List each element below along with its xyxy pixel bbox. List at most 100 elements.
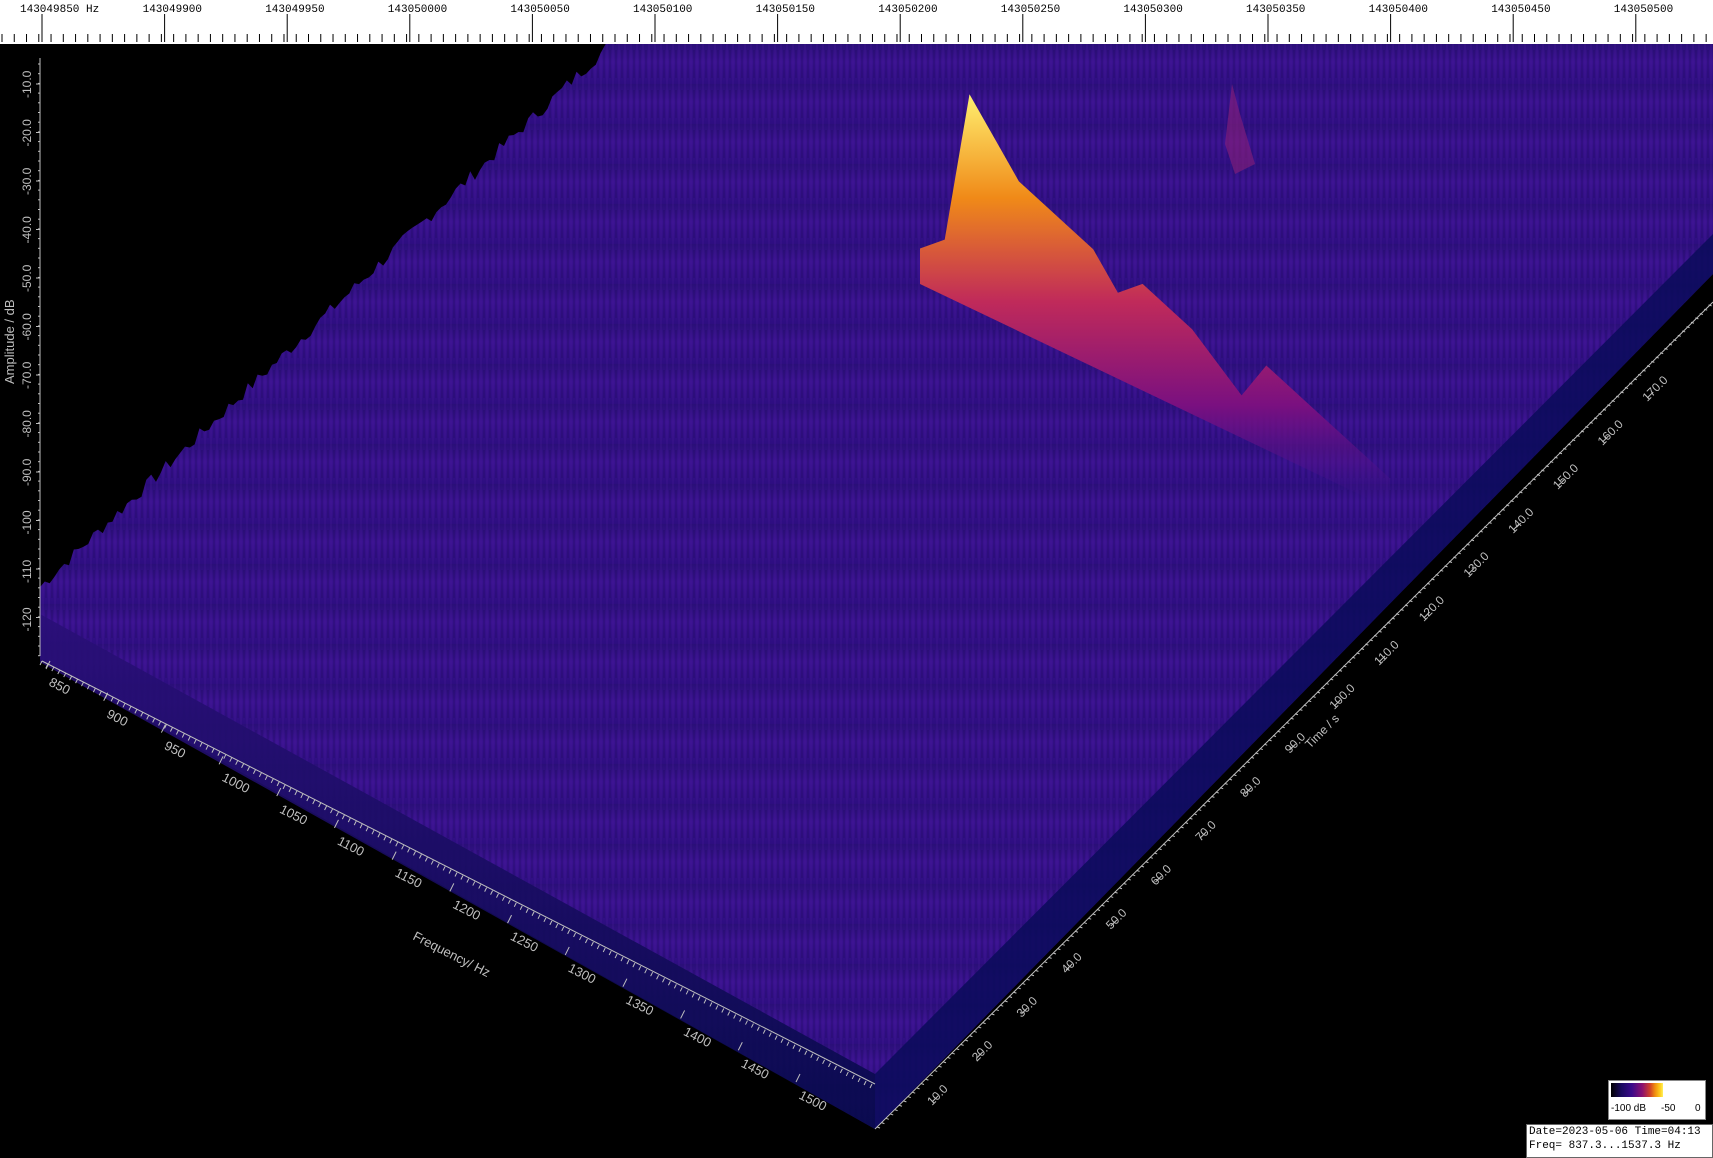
time-minor-tick: [991, 1013, 995, 1016]
time-minor-tick: [978, 1026, 982, 1029]
time-minor-tick: [1013, 991, 1017, 994]
amplitude-tick-label: -60.0: [20, 313, 34, 341]
time-minor-tick: [1008, 996, 1013, 998]
ruler-label: 143050150: [756, 4, 815, 16]
amplitude-tick-label: -80.0: [20, 410, 34, 438]
time-tick-label: 30.0: [1014, 993, 1041, 1020]
time-minor-tick: [1101, 904, 1105, 907]
time-minor-tick: [1145, 861, 1149, 864]
color-gradient: [1611, 1083, 1663, 1097]
time-minor-tick: [1035, 969, 1039, 972]
info-box: Date=2023-05-06 Time=04:13 Freq= 837.3..…: [1526, 1124, 1713, 1158]
frequency-ruler: 143049850 Hz 143049900 143049950 143050000 1…: [0, 0, 1713, 45]
time-minor-tick: [1004, 1000, 1008, 1003]
amplitude-tick-label: -40.0: [20, 216, 34, 244]
amplitude-tick-label: -10.0: [20, 70, 34, 98]
amplitude-tick-label: -50.0: [20, 264, 34, 292]
time-minor-tick: [964, 1039, 969, 1042]
time-minor-tick: [1000, 1004, 1004, 1007]
time-minor-tick: [1088, 917, 1092, 920]
time-minor-tick: [1140, 865, 1145, 868]
time-minor-tick: [1048, 956, 1052, 959]
time-minor-tick: [881, 1122, 885, 1125]
ruler-label: 143050350: [1246, 4, 1305, 16]
time-minor-tick: [1154, 852, 1158, 855]
ruler-label: 143049850 Hz: [20, 4, 99, 16]
time-minor-tick: [876, 1126, 881, 1129]
ruler-label: 143050250: [1001, 4, 1060, 16]
ruler-label: 143050200: [878, 4, 937, 16]
time-minor-tick: [934, 1069, 938, 1072]
time-tick-label: 110.0: [1371, 637, 1402, 668]
time-tick-label: 100.0: [1327, 681, 1358, 712]
time-minor-tick: [916, 1087, 920, 1090]
time-minor-tick: [1044, 961, 1048, 964]
ruler-label: 143050300: [1123, 4, 1182, 16]
amplitude-tick-label: -110: [20, 560, 34, 583]
time-minor-tick: [1026, 978, 1030, 981]
time-minor-tick: [898, 1104, 903, 1107]
time-minor-tick: [1057, 948, 1061, 951]
time-axis-title: Time / s: [1302, 711, 1342, 751]
ruler-label: 143049900: [143, 4, 202, 16]
color-gradient-saturated: [1663, 1083, 1703, 1097]
time-minor-tick: [903, 1100, 907, 1103]
time-minor-tick: [938, 1065, 942, 1068]
time-minor-tick: [1030, 974, 1035, 977]
amplitude-axis-title: Amplitude / dB: [2, 299, 17, 384]
time-minor-tick: [1167, 839, 1171, 842]
time-minor-tick: [1171, 835, 1175, 838]
waterfall-plot: -10.0 -20.0 -30.0 -40.0 -50.0 -60.0 -70.0 -80.0…: [0, 44, 1713, 1157]
time-minor-tick: [1096, 909, 1101, 911]
time-tick-label: 60.0: [1148, 861, 1175, 888]
time-minor-tick: [1039, 965, 1043, 968]
color-scale-mid-label: -50: [1661, 1103, 1676, 1114]
time-tick-label: 80.0: [1237, 773, 1264, 800]
time-minor-tick: [1022, 982, 1026, 985]
color-scale-max-label: 0: [1695, 1103, 1701, 1114]
amplitude-tick-label: -70.0: [20, 361, 34, 389]
amplitude-tick-label: -90.0: [20, 458, 34, 486]
time-tick-label: 130.0: [1461, 549, 1492, 580]
time-minor-tick: [1127, 878, 1131, 881]
time-minor-tick: [1079, 926, 1083, 929]
time-minor-tick: [1158, 848, 1162, 851]
time-minor-tick: [929, 1074, 933, 1077]
ruler-label: 143050450: [1491, 4, 1550, 16]
ruler-label: 143050050: [510, 4, 569, 16]
time-minor-tick: [1184, 822, 1189, 824]
info-date-line: Date=2023-05-06 Time=04:13: [1529, 1126, 1701, 1138]
time-tick-label: 20.0: [969, 1037, 996, 1064]
time-minor-tick: [951, 1052, 955, 1055]
time-minor-tick: [1123, 882, 1127, 885]
time-minor-tick: [920, 1083, 925, 1085]
time-minor-tick: [1061, 943, 1065, 946]
time-minor-tick: [969, 1035, 973, 1038]
time-minor-tick: [942, 1061, 947, 1064]
amplitude-tick-label: -120: [20, 607, 34, 631]
time-tick-label: 120.0: [1416, 593, 1447, 624]
time-minor-tick: [1180, 826, 1184, 829]
time-minor-tick: [973, 1030, 977, 1033]
time-minor-tick: [1176, 830, 1180, 833]
time-minor-tick: [925, 1078, 929, 1081]
noise-floor-surface: [40, 44, 1713, 1129]
time-minor-tick: [894, 1109, 898, 1112]
time-minor-tick: [1193, 813, 1197, 816]
time-minor-tick: [982, 1022, 986, 1025]
waterfall-canvas: -10.0 -20.0 -30.0 -40.0 -50.0 -60.0 -70.0 -80.0…: [2, 44, 1713, 1130]
color-scale-legend: -100 dB -50 0: [1608, 1080, 1706, 1120]
amplitude-tick-label: -100: [20, 510, 34, 534]
ruler-label: 143050100: [633, 4, 692, 16]
time-minor-tick: [986, 1017, 991, 1020]
time-minor-tick: [1136, 869, 1140, 872]
ruler-label: 143050500: [1614, 4, 1673, 16]
time-minor-tick: [1066, 939, 1070, 942]
time-minor-tick: [1110, 895, 1114, 898]
amplitude-tick-label: -30.0: [20, 167, 34, 195]
time-minor-tick: [960, 1043, 964, 1046]
time-tick-label: 140.0: [1505, 505, 1536, 536]
ruler-canvas: 143049850 Hz 143049900 143049950 143050000 1…: [1, 4, 1707, 42]
time-minor-tick: [956, 1048, 960, 1051]
amplitude-tick-label: -20.0: [20, 119, 34, 147]
